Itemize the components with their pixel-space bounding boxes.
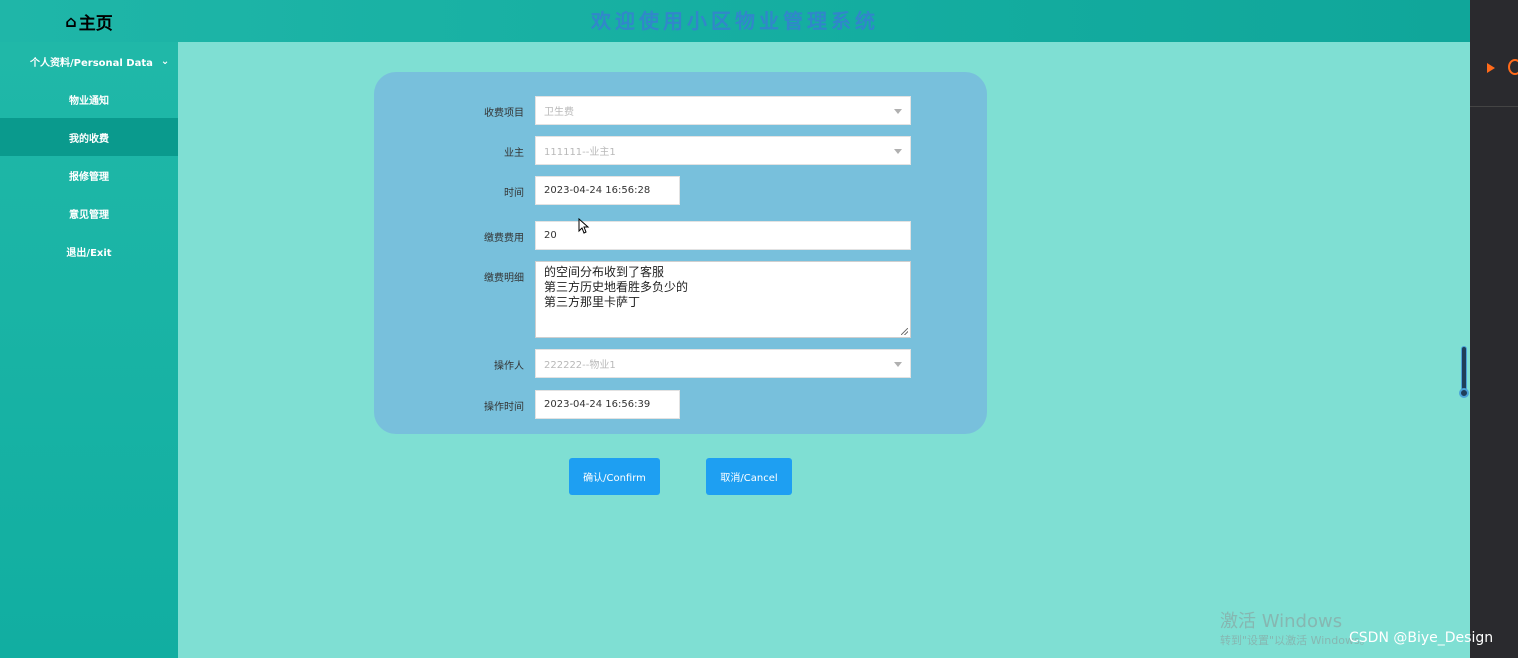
dropdown-caret-icon: [894, 148, 902, 154]
time-label: 时间: [504, 188, 524, 199]
sidebar-item-feedback[interactable]: 意见管理: [0, 194, 178, 232]
thermometer-icon: [1461, 346, 1467, 392]
op-time-label: 操作时间: [484, 402, 524, 413]
dropdown-caret-icon: [894, 361, 902, 367]
thermometer-bulb-icon: [1459, 388, 1469, 398]
detail-label: 缴费明细: [484, 273, 524, 284]
cancel-button[interactable]: 取消/Cancel: [706, 458, 792, 495]
sidebar-item-exit[interactable]: 退出/Exit: [0, 232, 178, 270]
charge-item-select[interactable]: 卫生费: [535, 96, 911, 125]
detail-line: 第三方那里卡萨丁: [544, 295, 641, 309]
chevron-down-icon: ⌄: [160, 55, 170, 67]
csdn-watermark: CSDN @Biye_Design: [1349, 630, 1494, 646]
detail-line: 的空间分布收到了客服: [544, 265, 665, 279]
welcome-banner: 欢迎使用小区物业管理系统: [591, 9, 879, 33]
resize-grip-icon[interactable]: [901, 328, 908, 335]
sidebar: 个人资料/Personal Data ⌄ 物业通知 我的收费 报修管理 意见管理…: [0, 42, 178, 658]
fee-input[interactable]: 20: [535, 221, 911, 250]
operator-label: 操作人: [494, 361, 524, 372]
sidebar-item-my-charges[interactable]: 我的收费: [0, 118, 178, 156]
time-value: 2023-04-24 16:56:28: [544, 185, 651, 196]
sidebar-item-label: 意见管理: [69, 209, 109, 221]
sidebar-item-label: 报修管理: [69, 171, 109, 183]
time-field[interactable]: 2023-04-24 16:56:28: [535, 176, 680, 205]
dropdown-caret-icon: [894, 108, 902, 114]
operator-select[interactable]: 222222--物业1: [535, 349, 911, 378]
sidebar-item-notices[interactable]: 物业通知: [0, 80, 178, 118]
play-icon[interactable]: [1487, 63, 1495, 73]
top-bar: ⌂ 主页 欢迎使用小区物业管理系统: [0, 0, 1470, 42]
op-time-field[interactable]: 2023-04-24 16:56:39: [535, 390, 680, 419]
charge-item-value: 卫生费: [544, 107, 574, 118]
owner-label: 业主: [504, 148, 524, 159]
sidebar-group-personal-data[interactable]: 个人资料/Personal Data ⌄: [0, 42, 178, 80]
mouse-cursor-icon: [578, 218, 590, 234]
charge-form-card: 收费项目 卫生费 业主 111111--业主1 时间 2023-04-24 16…: [374, 72, 987, 434]
fee-value: 20: [544, 230, 557, 241]
sidebar-group-label: 个人资料/Personal Data: [30, 57, 153, 69]
owner-select[interactable]: 111111--业主1: [535, 136, 911, 165]
confirm-button[interactable]: 确认/Confirm: [569, 458, 660, 495]
sidebar-item-label: 物业通知: [69, 95, 109, 107]
sidebar-item-label: 我的收费: [69, 133, 109, 145]
divider: [1470, 106, 1518, 107]
detail-line: 第三方历史地看胜多负少的: [544, 280, 689, 294]
sidebar-item-label: 退出/Exit: [66, 247, 112, 259]
detail-textarea[interactable]: 的空间分布收到了客服 第三方历史地看胜多负少的 第三方那里卡萨丁: [535, 261, 911, 338]
operator-value: 222222--物业1: [544, 360, 616, 371]
fee-label: 缴费费用: [484, 233, 524, 244]
owner-value: 111111--业主1: [544, 147, 616, 158]
charge-item-label: 收费项目: [484, 108, 524, 119]
side-panel: [1470, 0, 1518, 658]
op-time-value: 2023-04-24 16:56:39: [544, 399, 651, 410]
sidebar-item-repairs[interactable]: 报修管理: [0, 156, 178, 194]
ring-icon: [1508, 59, 1518, 75]
activation-watermark-title: 激活 Windows: [1220, 611, 1343, 632]
